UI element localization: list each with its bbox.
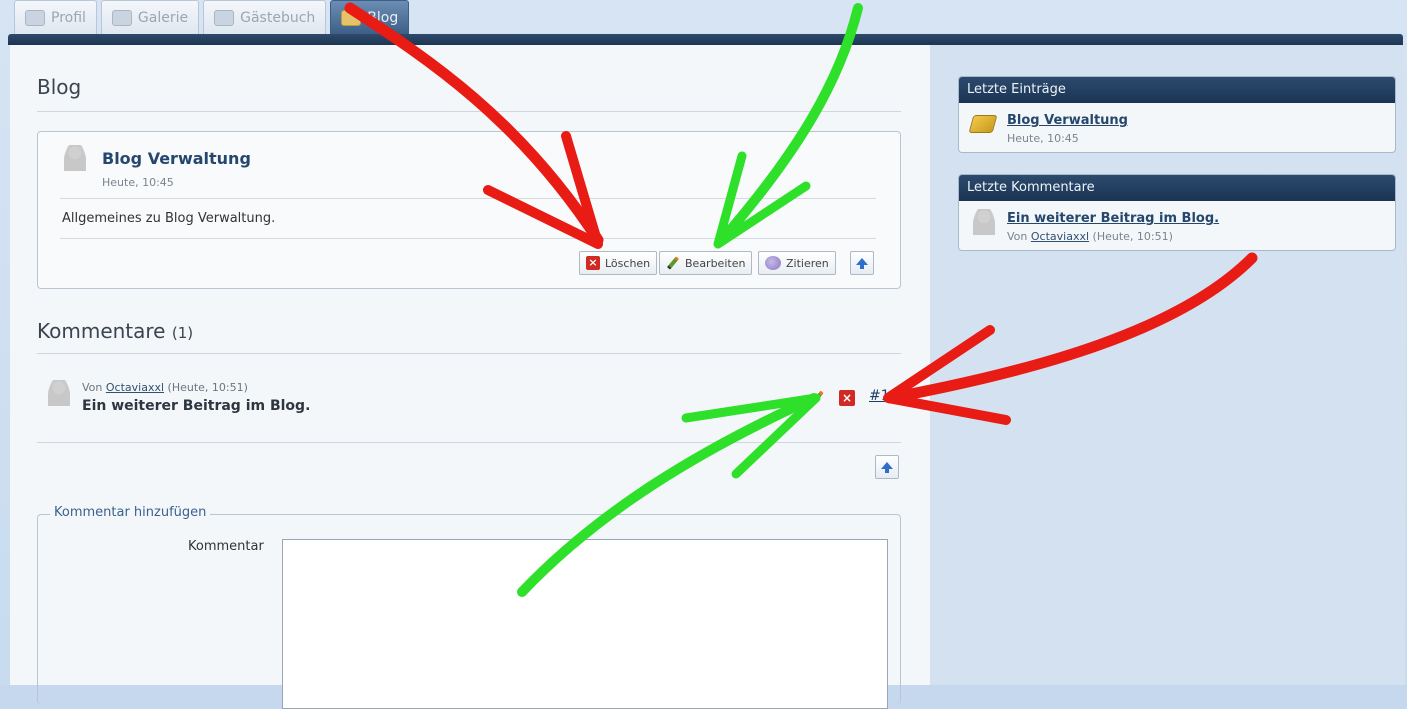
entry-text: Allgemeines zu Blog Verwaltung. — [62, 211, 276, 226]
recent-comment-meta: Von Octaviaxxl (Heute, 10:51) — [1007, 230, 1173, 243]
book-icon — [968, 115, 998, 133]
sidebar: Letzte Einträge Blog Verwaltung Heute, 1… — [930, 45, 1405, 685]
recent-entries-panel: Letzte Einträge Blog Verwaltung Heute, 1… — [958, 76, 1396, 153]
delete-label: Löschen — [605, 256, 651, 270]
divider — [60, 238, 876, 239]
comments-count: (1) — [171, 324, 194, 342]
tab-label: Blog — [367, 9, 399, 26]
gallery-icon — [111, 9, 132, 26]
add-comment-legend: Kommentar hinzufügen — [50, 505, 211, 520]
recent-entry-date: Heute, 10:45 — [1007, 132, 1079, 145]
recent-comment-time: (Heute, 10:51) — [1092, 230, 1173, 243]
recent-comment-author-link[interactable]: Octaviaxxl — [1031, 230, 1089, 243]
recent-comments-panel: Letzte Kommentare Ein weiterer Beitrag i… — [958, 174, 1396, 251]
tab-profil[interactable]: Profil — [14, 0, 97, 34]
entry-date: Heute, 10:45 — [102, 176, 174, 189]
quote-bubble-icon — [765, 256, 781, 270]
divider — [60, 198, 876, 199]
comments-title-text: Kommentare — [37, 319, 166, 343]
profile-tabs: Profil Galerie Gästebuch Blog — [14, 0, 410, 36]
blog-icon — [341, 9, 362, 26]
comments-title: Kommentare (1) — [37, 319, 193, 343]
divider — [37, 111, 901, 112]
quote-label: Zitieren — [786, 256, 829, 270]
edit-label: Bearbeiten — [685, 256, 746, 270]
divider — [37, 442, 901, 443]
blog-entry: Blog Verwaltung Heute, 10:45 Allgemeines… — [37, 131, 901, 289]
main-content: Blog Blog Verwaltung Heute, 10:45 Allgem… — [10, 45, 930, 709]
avatar-icon — [64, 145, 86, 171]
add-comment-form: Kommentar hinzufügen Kommentar — [37, 505, 901, 709]
edit-button[interactable]: Bearbeiten — [659, 251, 753, 275]
profile-icon — [25, 9, 45, 26]
comment-by: Von — [82, 381, 103, 394]
comment-author-link[interactable]: Octaviaxxl — [106, 381, 164, 394]
scroll-top-button[interactable] — [850, 251, 874, 275]
guestbook-icon — [214, 9, 235, 26]
delete-icon: × — [586, 256, 600, 270]
comment-text: Ein weiterer Beitrag im Blog. — [82, 398, 311, 414]
tab-gaestebuch[interactable]: Gästebuch — [203, 0, 327, 34]
pencil-icon — [666, 256, 680, 270]
comment-textarea[interactable] — [282, 539, 888, 709]
comment-time: (Heute, 10:51) — [167, 381, 248, 394]
panel-header: Letzte Einträge — [959, 77, 1395, 103]
avatar-icon — [973, 209, 995, 235]
tab-blog[interactable]: Blog — [330, 0, 410, 34]
comment-edit-icon[interactable] — [808, 389, 826, 407]
tab-label: Galerie — [137, 9, 189, 26]
comment-permalink[interactable]: #1 — [869, 388, 890, 404]
divider — [37, 353, 901, 354]
panel-header: Letzte Kommentare — [959, 175, 1395, 201]
tab-label: Profil — [51, 9, 86, 26]
recent-entry-link[interactable]: Blog Verwaltung — [1007, 113, 1128, 128]
nav-bar — [8, 34, 1403, 45]
quote-button[interactable]: Zitieren — [758, 251, 836, 275]
comment-meta: Von Octaviaxxl (Heute, 10:51) — [82, 381, 248, 394]
recent-comment-link[interactable]: Ein weiterer Beitrag im Blog. — [1007, 211, 1219, 226]
tab-label: Gästebuch — [240, 9, 316, 26]
recent-comment-by: Von — [1007, 230, 1028, 243]
avatar-icon — [48, 380, 70, 406]
entry-title[interactable]: Blog Verwaltung — [102, 149, 251, 168]
page-title: Blog — [37, 75, 82, 99]
tab-galerie[interactable]: Galerie — [100, 0, 200, 34]
scroll-top-button[interactable] — [875, 455, 899, 479]
comment-delete-icon[interactable]: × — [839, 390, 855, 406]
comment-field-label: Kommentar — [188, 539, 264, 554]
delete-button[interactable]: × Löschen — [579, 251, 658, 275]
